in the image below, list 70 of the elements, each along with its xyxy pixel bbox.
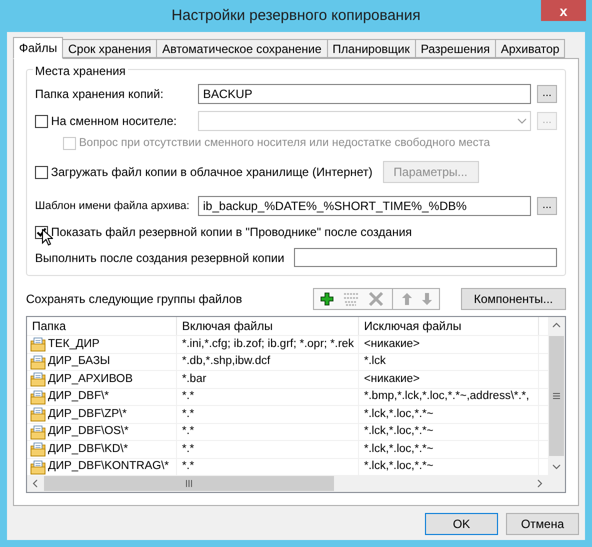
folder-icon [30, 390, 46, 404]
column-header[interactable]: Включая файлы [177, 317, 359, 336]
checkbox-label: Загружать файл копии в облачное хранилище (Интернет) [51, 164, 373, 182]
checkbox-label: Показать файл резервной копии в "Проводнике" после создания [51, 224, 412, 242]
table-cell-text: *.lck,*.loc,*.*~ [363, 406, 434, 422]
table-cell-text: ДИР_DBF\OS\* [48, 424, 129, 440]
grip-icon [186, 480, 192, 488]
close-button[interactable]: x [541, 0, 586, 21]
table-cell-text: ДИР_DBF\KD\* [48, 442, 128, 457]
command-field[interactable] [294, 248, 557, 268]
table-cell-text: *.* [181, 442, 194, 457]
table-cell-text: *.db,*.shp,ibw.dcf [181, 354, 270, 370]
folder-icon [30, 424, 46, 440]
tab[interactable]: Разрешения [414, 39, 496, 58]
grip-icon [553, 393, 560, 400]
table-cell-text: *.lck [363, 354, 386, 370]
column-header[interactable]: Папка [27, 317, 177, 336]
components-button[interactable]: Компоненты... [460, 288, 566, 310]
dialog-button[interactable]: Отмена [506, 513, 579, 535]
table-cell-text: <никакие> [363, 336, 420, 352]
table-cell-text: *.bar [181, 372, 206, 387]
tab[interactable]: Файлы [13, 37, 64, 59]
tab[interactable]: Автоматическое сохранение [156, 39, 328, 58]
table-cell-text: ТЕК_ДИР [48, 336, 100, 352]
folder-icon [30, 354, 46, 370]
table-cell-text: *.* [181, 459, 194, 474]
folder-icon [30, 407, 46, 422]
horizontal-scrollbar[interactable] [27, 475, 548, 492]
column-header[interactable]: Исключая файлы [359, 317, 539, 336]
folder-field[interactable]: BACKUP [198, 84, 531, 104]
field-label: Шаблон имени файла архива: [35, 199, 190, 214]
checkbox-label: Вопрос при отсутствии сменного носителя или недостатке свободного места [79, 136, 490, 151]
field-label: Выполнить после создания резервной копии [35, 250, 284, 267]
folder-icon [30, 337, 46, 352]
table-cell-text: *.* [181, 389, 194, 404]
table-cell-text: ДИР_DBF\KONTRAG\* [48, 459, 169, 474]
table-cell-text: ДИР_DBF\* [48, 389, 109, 404]
table-cell-text: ДИР_АРХИВОВ [48, 372, 133, 387]
table-cell-text: <никакие> [363, 372, 420, 387]
scrollbar-thumb[interactable] [549, 336, 564, 456]
tab[interactable]: Срок хранения [62, 39, 158, 58]
table-cell-text: *.lck,*.loc,*.*~ [363, 424, 434, 440]
table-cell-text: *.ini,*.cfg; ib.zof; ib.grf; *.opr; *.rek [181, 336, 354, 352]
table-cell-text: *.bmp,*.lck,*.loc,*.*~,address\*.*, [363, 389, 530, 404]
checkbox[interactable] [35, 114, 48, 128]
folder-icon [30, 460, 46, 474]
table-cell-text: *.* [181, 406, 194, 422]
field-label: Папка хранения копий: [35, 86, 164, 103]
section-label: Сохранять следующие группы файлов [26, 291, 244, 308]
window-title: Настройки резервного копирования [172, 6, 420, 26]
checkbox[interactable] [35, 166, 48, 179]
folder-icon [30, 442, 46, 457]
add-icon[interactable] [320, 292, 334, 306]
vertical-scrollbar[interactable] [548, 317, 565, 476]
template-field[interactable]: ib_backup_%DATE%_%SHORT_TIME%_%DB% [198, 196, 531, 216]
table-cell-text: *.lck,*.loc,*.*~ [363, 442, 434, 457]
mouse-cursor-icon [42, 229, 53, 246]
tab[interactable]: Архиватор [494, 39, 566, 58]
dialog-button[interactable]: OK [425, 513, 498, 535]
table-cell-text: ДИР_БАЗЫ [48, 354, 110, 370]
table-cell-text: *.* [181, 424, 194, 440]
table-cell-text: ДИР_DBF\ZP\* [48, 406, 127, 422]
folder-icon [30, 372, 46, 387]
scrollbar-thumb[interactable] [44, 476, 334, 492]
table-cell-text: *.lck,*.loc,*.*~ [363, 459, 434, 474]
browse-button[interactable]: ... [537, 197, 557, 216]
browse-button[interactable]: ... [537, 85, 557, 103]
chevron-down-icon [517, 118, 527, 124]
checkbox-label: На сменном носителе: [51, 113, 177, 130]
tab[interactable]: Планировщик [326, 39, 416, 58]
